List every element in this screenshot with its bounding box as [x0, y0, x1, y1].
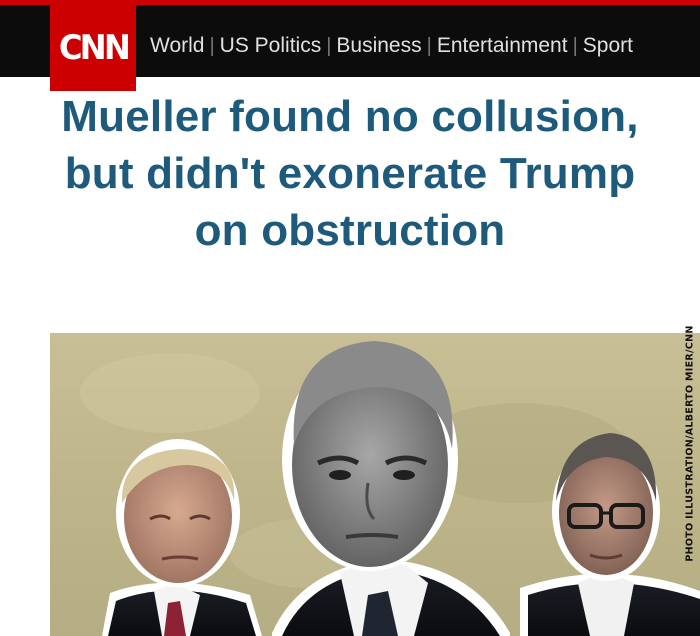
nav-item-world[interactable]: World	[150, 34, 204, 58]
nav-separator: |	[209, 34, 215, 57]
section-nav: World | US Politics | Business | Enterta…	[150, 34, 633, 58]
photo-credit-text: PHOTO ILLUSTRATION/ALBERTO MIER/CNN	[684, 325, 696, 562]
nav-item-sport[interactable]: Sport	[583, 34, 633, 58]
nav-item-business[interactable]: Business	[336, 34, 421, 58]
cnn-logo[interactable]: CNN	[50, 5, 136, 91]
nav-separator: |	[326, 34, 332, 57]
nav-separator: |	[426, 34, 432, 57]
trump-portrait	[102, 439, 262, 636]
photo-credit: PHOTO ILLUSTRATION/ALBERTO MIER/CNN	[683, 325, 697, 561]
nav-item-entertainment[interactable]: Entertainment	[437, 34, 568, 58]
logo-text: CNN	[58, 28, 130, 68]
nav-separator: |	[572, 34, 578, 57]
photo-illustration	[80, 341, 700, 636]
article-hero-image[interactable]	[50, 333, 700, 636]
nav-item-us-politics[interactable]: US Politics	[220, 34, 322, 58]
article-headline[interactable]: Mueller found no collusion, but didn't e…	[60, 88, 640, 259]
